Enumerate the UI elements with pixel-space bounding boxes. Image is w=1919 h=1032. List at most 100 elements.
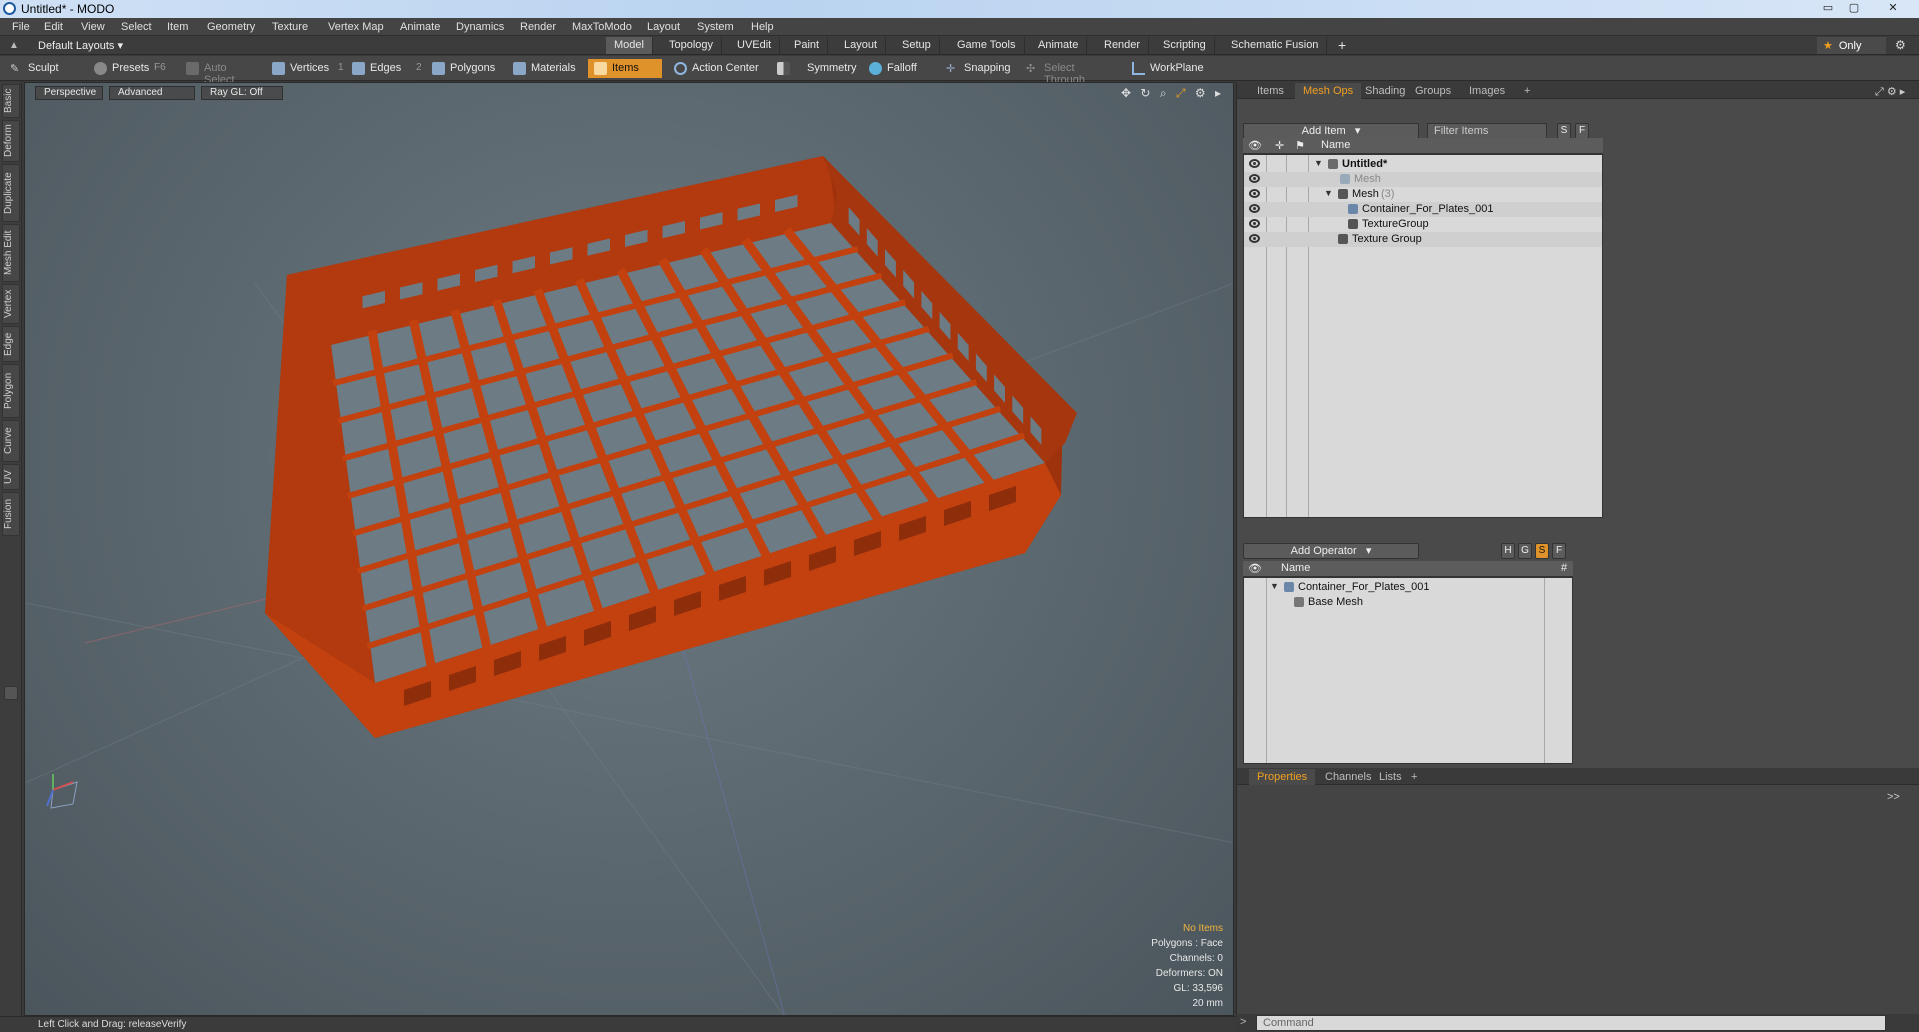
- add-properties-tab-button[interactable]: +: [1403, 769, 1425, 785]
- tab-items[interactable]: Items: [1249, 83, 1292, 99]
- eye-icon[interactable]: [1249, 174, 1260, 183]
- left-tab-curve[interactable]: Curve: [2, 420, 20, 462]
- materials-button[interactable]: Materials: [507, 59, 583, 78]
- default-layouts-dropdown[interactable]: Default Layouts ▾: [38, 39, 123, 52]
- menu-item[interactable]: Item: [167, 21, 188, 33]
- close-button[interactable]: ✕: [1882, 1, 1904, 16]
- add-item-dropdown[interactable]: Add Item ▾: [1243, 123, 1419, 139]
- menu-system[interactable]: System: [697, 21, 734, 33]
- tab-properties[interactable]: Properties: [1249, 769, 1316, 785]
- add-operator-dropdown[interactable]: Add Operator ▾: [1243, 543, 1419, 559]
- tab-images[interactable]: Images: [1461, 83, 1513, 99]
- items-button[interactable]: Items: [588, 59, 662, 78]
- minimize-button[interactable]: ▭: [1817, 1, 1839, 16]
- tab-groups[interactable]: Groups: [1407, 83, 1459, 99]
- ops-h-button[interactable]: H: [1501, 543, 1515, 559]
- left-tab-vertex[interactable]: Vertex: [2, 284, 20, 324]
- viewport-gear-icon[interactable]: ⚙: [1195, 86, 1206, 100]
- auto-select-button[interactable]: Auto Select: [180, 59, 264, 86]
- symmetry-button[interactable]: Symmetry: [771, 59, 857, 78]
- presets-button[interactable]: Presets F6: [88, 59, 174, 78]
- menu-view[interactable]: View: [81, 21, 105, 33]
- layouts-up-icon[interactable]: ▲: [9, 40, 19, 51]
- tab-schematic-fusion[interactable]: Schematic Fusion: [1223, 37, 1328, 54]
- eye-icon[interactable]: [1249, 219, 1260, 228]
- workplane-button[interactable]: WorkPlane: [1126, 59, 1206, 78]
- menu-select[interactable]: Select: [121, 21, 152, 33]
- tab-render[interactable]: Render: [1096, 37, 1150, 54]
- pan-icon[interactable]: ✥: [1121, 86, 1131, 100]
- ops-g-button[interactable]: G: [1518, 543, 1532, 559]
- advanced-button[interactable]: Advanced: [109, 86, 195, 100]
- tree-row-container[interactable]: Container_For_Plates_001: [1244, 202, 1602, 217]
- menu-help[interactable]: Help: [751, 21, 774, 33]
- name-column-header[interactable]: Name: [1321, 139, 1350, 151]
- rotate-icon[interactable]: ↻: [1140, 86, 1150, 100]
- left-panel-toggle-button[interactable]: [4, 686, 18, 700]
- tab-game-tools[interactable]: Game Tools: [949, 37, 1025, 54]
- left-tab-fusion[interactable]: Fusion: [2, 492, 20, 536]
- add-tab-button[interactable]: +: [1330, 37, 1354, 54]
- edges-button[interactable]: Edges 2: [346, 59, 426, 78]
- raygl-button[interactable]: Ray GL: Off: [201, 86, 283, 100]
- action-center-button[interactable]: Action Center: [668, 59, 768, 78]
- left-tab-basic[interactable]: Basic: [2, 84, 20, 118]
- filter-f-button[interactable]: F: [1575, 123, 1589, 139]
- falloff-button[interactable]: Falloff: [863, 59, 931, 78]
- tree-row-mesh-gray[interactable]: Mesh: [1244, 172, 1602, 187]
- menu-texture[interactable]: Texture: [272, 21, 308, 33]
- gear-icon[interactable]: ⚙: [1895, 38, 1906, 52]
- tab-paint[interactable]: Paint: [786, 37, 829, 54]
- expand-arrow-icon[interactable]: ▼: [1314, 158, 1323, 168]
- eye-icon[interactable]: [1249, 159, 1260, 168]
- left-tab-polygon[interactable]: Polygon: [2, 364, 20, 418]
- tab-layout[interactable]: Layout: [836, 37, 887, 54]
- ops-row-container[interactable]: ▼ Container_For_Plates_001: [1244, 580, 1572, 595]
- command-input[interactable]: Command: [1256, 1015, 1886, 1031]
- eye-icon[interactable]: [1249, 204, 1260, 213]
- eye-icon[interactable]: [1249, 189, 1260, 198]
- menu-render[interactable]: Render: [520, 21, 556, 33]
- panel-options-icon[interactable]: ⤢ ⚙ ▸: [1867, 83, 1913, 99]
- menu-layout[interactable]: Layout: [647, 21, 680, 33]
- perspective-button[interactable]: Perspective: [35, 86, 103, 100]
- sculpt-button[interactable]: ✎ Sculpt: [4, 59, 86, 78]
- tab-setup[interactable]: Setup: [894, 37, 940, 54]
- tree-row-texturegroup[interactable]: TextureGroup: [1244, 217, 1602, 232]
- maximize-button[interactable]: ▢: [1843, 1, 1865, 16]
- menu-vertex-map[interactable]: Vertex Map: [328, 21, 384, 33]
- menu-maxtomodo[interactable]: MaxToModo: [572, 21, 632, 33]
- eye-icon[interactable]: [1249, 234, 1260, 243]
- viewport-menu-arrow-icon[interactable]: ▸: [1215, 86, 1221, 100]
- tab-uvedit[interactable]: UVEdit: [729, 37, 781, 54]
- ops-s-button[interactable]: S: [1535, 543, 1549, 559]
- polygons-button[interactable]: Polygons: [426, 59, 500, 78]
- tab-animate[interactable]: Animate: [1030, 37, 1088, 54]
- left-tab-duplicate[interactable]: Duplicate: [2, 164, 20, 222]
- left-tab-deform[interactable]: Deform: [2, 120, 20, 162]
- menu-animate[interactable]: Animate: [400, 21, 440, 33]
- expand-arrow-icon[interactable]: ▼: [1270, 581, 1279, 591]
- menu-file[interactable]: File: [12, 21, 30, 33]
- tab-topology[interactable]: Topology: [661, 37, 723, 54]
- add-panel-tab-button[interactable]: +: [1516, 83, 1538, 99]
- menu-geometry[interactable]: Geometry: [207, 21, 255, 33]
- left-tab-edge[interactable]: Edge: [2, 326, 20, 362]
- vertices-button[interactable]: Vertices 1: [266, 59, 346, 78]
- ops-row-base-mesh[interactable]: Base Mesh: [1244, 595, 1572, 610]
- tree-row-scene[interactable]: ▼ Untitled*: [1244, 157, 1602, 172]
- ops-f-button[interactable]: F: [1552, 543, 1566, 559]
- menu-dynamics[interactable]: Dynamics: [456, 21, 504, 33]
- left-tab-uv[interactable]: UV: [2, 464, 20, 490]
- 3d-viewport[interactable]: Perspective Advanced Ray GL: Off ✥ ↻ ⌕ ⤢…: [24, 82, 1234, 1016]
- tab-shading[interactable]: Shading: [1357, 83, 1413, 99]
- select-through-button[interactable]: ✣ Select Through: [1020, 59, 1120, 86]
- filter-items-input[interactable]: Filter Items: [1427, 123, 1547, 139]
- expand-properties-button[interactable]: >>: [1887, 791, 1900, 803]
- left-tab-mesh-edit[interactable]: Mesh Edit: [2, 224, 20, 282]
- tree-row-texture-group[interactable]: Texture Group: [1244, 232, 1602, 247]
- snapping-button[interactable]: ✛ Snapping: [940, 59, 1022, 78]
- tab-model[interactable]: Model: [606, 37, 653, 54]
- fit-icon[interactable]: ⤢: [1176, 86, 1186, 100]
- expand-arrow-icon[interactable]: ▼: [1324, 188, 1333, 198]
